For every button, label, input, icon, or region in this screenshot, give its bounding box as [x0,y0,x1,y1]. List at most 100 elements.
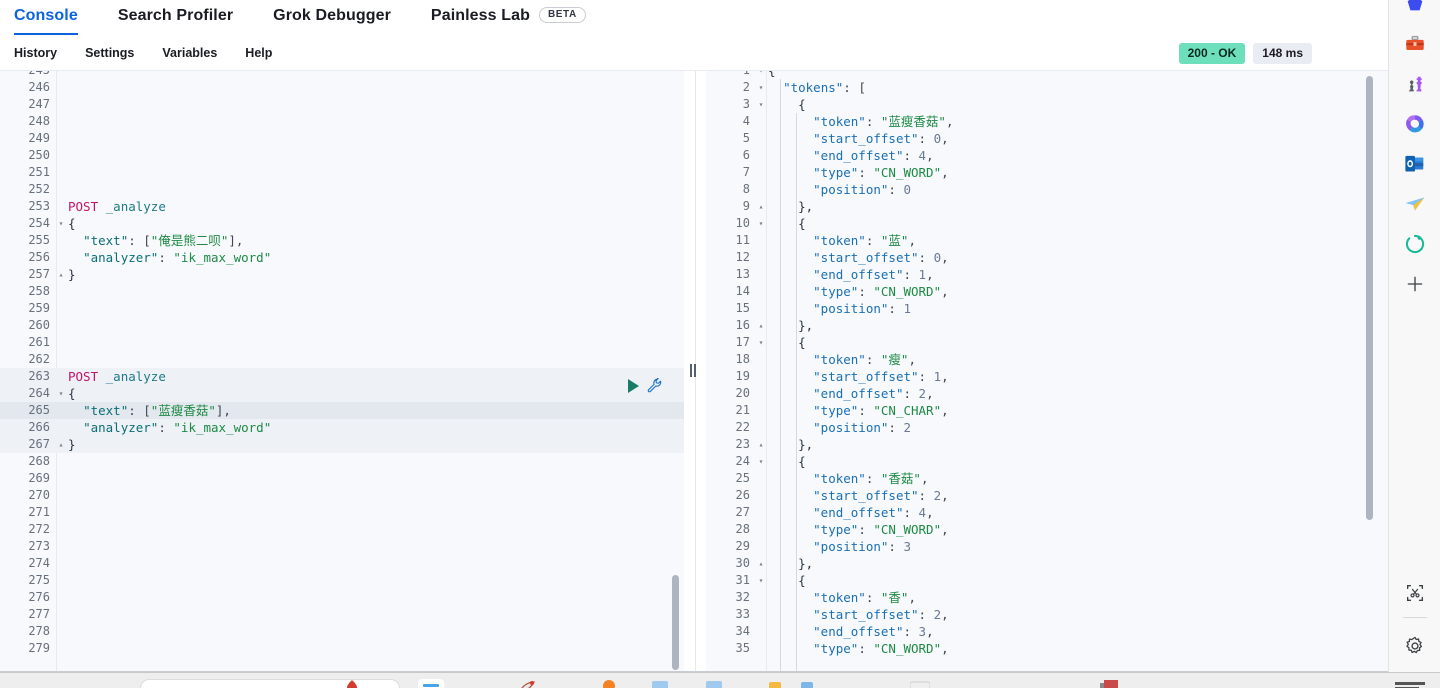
code-line[interactable]: 269 [0,470,684,487]
fold-marker[interactable]: ▾ [756,453,766,470]
code-line[interactable]: 30 ▴ }, [706,555,1388,572]
code-line[interactable]: 248 [0,113,684,130]
code-line[interactable]: 250 [0,147,684,164]
pane-resizer[interactable] [687,355,699,385]
code-line[interactable]: 1▾{ [706,71,1388,79]
code-line[interactable]: 249 [0,130,684,147]
code-line[interactable]: 32 "token": "香", [706,589,1388,606]
taskbar-app-icon-7[interactable] [768,679,782,688]
code-line[interactable]: 262 [0,351,684,368]
response-viewer[interactable]: 1▾{2▾ "tokens": [3▾ {4 "token": "蓝瘦香菇",5… [706,71,1388,672]
code-line[interactable]: 247 [0,96,684,113]
editor-scrollbar[interactable] [672,575,679,670]
code-line[interactable]: 6 "end_offset": 4, [706,147,1388,164]
code-line[interactable]: 3 ▾ { [706,96,1388,113]
code-line[interactable]: 271 [0,504,684,521]
code-line[interactable]: 28 "type": "CN_WORD", [706,521,1388,538]
fold-marker[interactable]: ▴ [756,198,766,215]
code-line[interactable]: 24 ▾ { [706,453,1388,470]
code-line[interactable]: 264 ▾{ [0,385,684,402]
code-line[interactable]: 277 [0,606,684,623]
code-line[interactable]: 31 ▾ { [706,572,1388,589]
code-line[interactable]: 33 "start_offset": 2, [706,606,1388,623]
code-line[interactable]: 29 "position": 3 [706,538,1388,555]
code-line[interactable]: 251 [0,164,684,181]
code-line[interactable]: 258 [0,283,684,300]
code-line[interactable]: 276 [0,589,684,606]
code-line[interactable]: 267 ▴} [0,436,684,453]
code-line[interactable]: 34 "end_offset": 3, [706,623,1388,640]
code-line[interactable]: 263 POST _analyze [0,368,684,385]
request-editor[interactable]: 245246 247 248 249 250 251 252 253 POST _analyze… [0,71,684,672]
code-line[interactable]: 252 [0,181,684,198]
code-line[interactable]: 245 [0,71,684,79]
taskbar-app-icon-10[interactable] [1100,679,1118,688]
code-line[interactable]: 278 [0,623,684,640]
code-line[interactable]: 268 [0,453,684,470]
screenshot-icon[interactable] [1399,577,1431,609]
code-line[interactable]: 27 "end_offset": 4, [706,504,1388,521]
code-line[interactable]: 13 "end_offset": 1, [706,266,1388,283]
code-line[interactable]: 16 ▴ }, [706,317,1388,334]
subitem-settings[interactable]: Settings [85,46,134,60]
subitem-help[interactable]: Help [245,46,272,60]
code-line[interactable]: 2 ▾ "tokens": [ [706,79,1388,96]
taskbar-app-icon-9[interactable] [909,679,931,688]
code-line[interactable]: 254 ▾{ [0,215,684,232]
code-line[interactable]: 279 [0,640,684,657]
taskbar-app-icon-5[interactable] [652,679,668,688]
code-line[interactable]: 35 "type": "CN_WORD", [706,640,1388,657]
fold-marker[interactable]: ▴ [756,436,766,453]
outlook-icon[interactable] [1399,148,1431,180]
code-line[interactable]: 4 "token": "蓝瘦香菇", [706,113,1388,130]
code-line[interactable]: 19 "start_offset": 1, [706,368,1388,385]
code-line[interactable]: 26 "start_offset": 2, [706,487,1388,504]
fold-marker[interactable]: ▾ [756,71,766,79]
fold-marker[interactable]: ▾ [756,79,766,96]
code-line[interactable]: 14 "type": "CN_WORD", [706,283,1388,300]
code-line[interactable]: 9 ▴ }, [706,198,1388,215]
code-line[interactable]: 12 "start_offset": 0, [706,249,1388,266]
taskbar-clock[interactable] [1395,679,1429,688]
request-editor-pane[interactable]: 245246 247 248 249 250 251 252 253 POST _analyze… [0,71,684,672]
taskbar-app-icon-4[interactable] [602,679,616,688]
add-icon[interactable] [1399,268,1431,300]
copilot-icon[interactable] [1399,0,1431,20]
fold-marker[interactable]: ▾ [56,215,66,232]
code-line[interactable]: 8 "position": 0 [706,181,1388,198]
code-line[interactable]: 18 "token": "瘦", [706,351,1388,368]
code-line[interactable]: 10 ▾ { [706,215,1388,232]
code-line[interactable]: 15 "position": 1 [706,300,1388,317]
loading-spinner-icon[interactable] [1399,228,1431,260]
code-line[interactable]: 272 [0,521,684,538]
response-scrollbar[interactable] [1366,76,1373,520]
code-line[interactable]: 22 "position": 2 [706,419,1388,436]
subitem-history[interactable]: History [14,46,57,60]
taskbar-search-box[interactable] [140,679,400,688]
code-line[interactable]: 23 ▴ }, [706,436,1388,453]
taskbar-app-icon-6[interactable] [706,679,722,688]
fold-marker[interactable]: ▾ [756,215,766,232]
code-line[interactable]: 255 "text": ["俺是熊二呗"], [0,232,684,249]
tab-painless-lab[interactable]: Painless Lab BETA [431,0,586,32]
fold-marker[interactable]: ▾ [756,96,766,113]
fold-marker[interactable]: ▾ [56,385,66,402]
taskbar-app-icon-2[interactable] [418,679,444,688]
microsoft-365-icon[interactable] [1399,108,1431,140]
code-line[interactable]: 261 [0,334,684,351]
code-line[interactable]: 246 [0,79,684,96]
fold-marker[interactable]: ▾ [756,334,766,351]
code-line[interactable]: 25 "token": "香菇", [706,470,1388,487]
tab-grok-debugger[interactable]: Grok Debugger [273,0,391,32]
settings-gear-icon[interactable] [1399,630,1431,662]
code-line[interactable]: 253 POST _analyze [0,198,684,215]
code-line[interactable]: 7 "type": "CN_WORD", [706,164,1388,181]
paper-plane-icon[interactable] [1399,188,1431,220]
code-line[interactable]: 20 "end_offset": 2, [706,385,1388,402]
code-line[interactable]: 256 "analyzer": "ik_max_word" [0,249,684,266]
response-viewer-pane[interactable]: 1▾{2▾ "tokens": [3▾ {4 "token": "蓝瘦香菇",5… [706,71,1388,672]
code-line[interactable]: 270 [0,487,684,504]
code-line[interactable]: 274 [0,555,684,572]
code-line[interactable]: 265 "text": ["蓝瘦香菇"], [0,402,684,419]
code-line[interactable]: 260 [0,317,684,334]
